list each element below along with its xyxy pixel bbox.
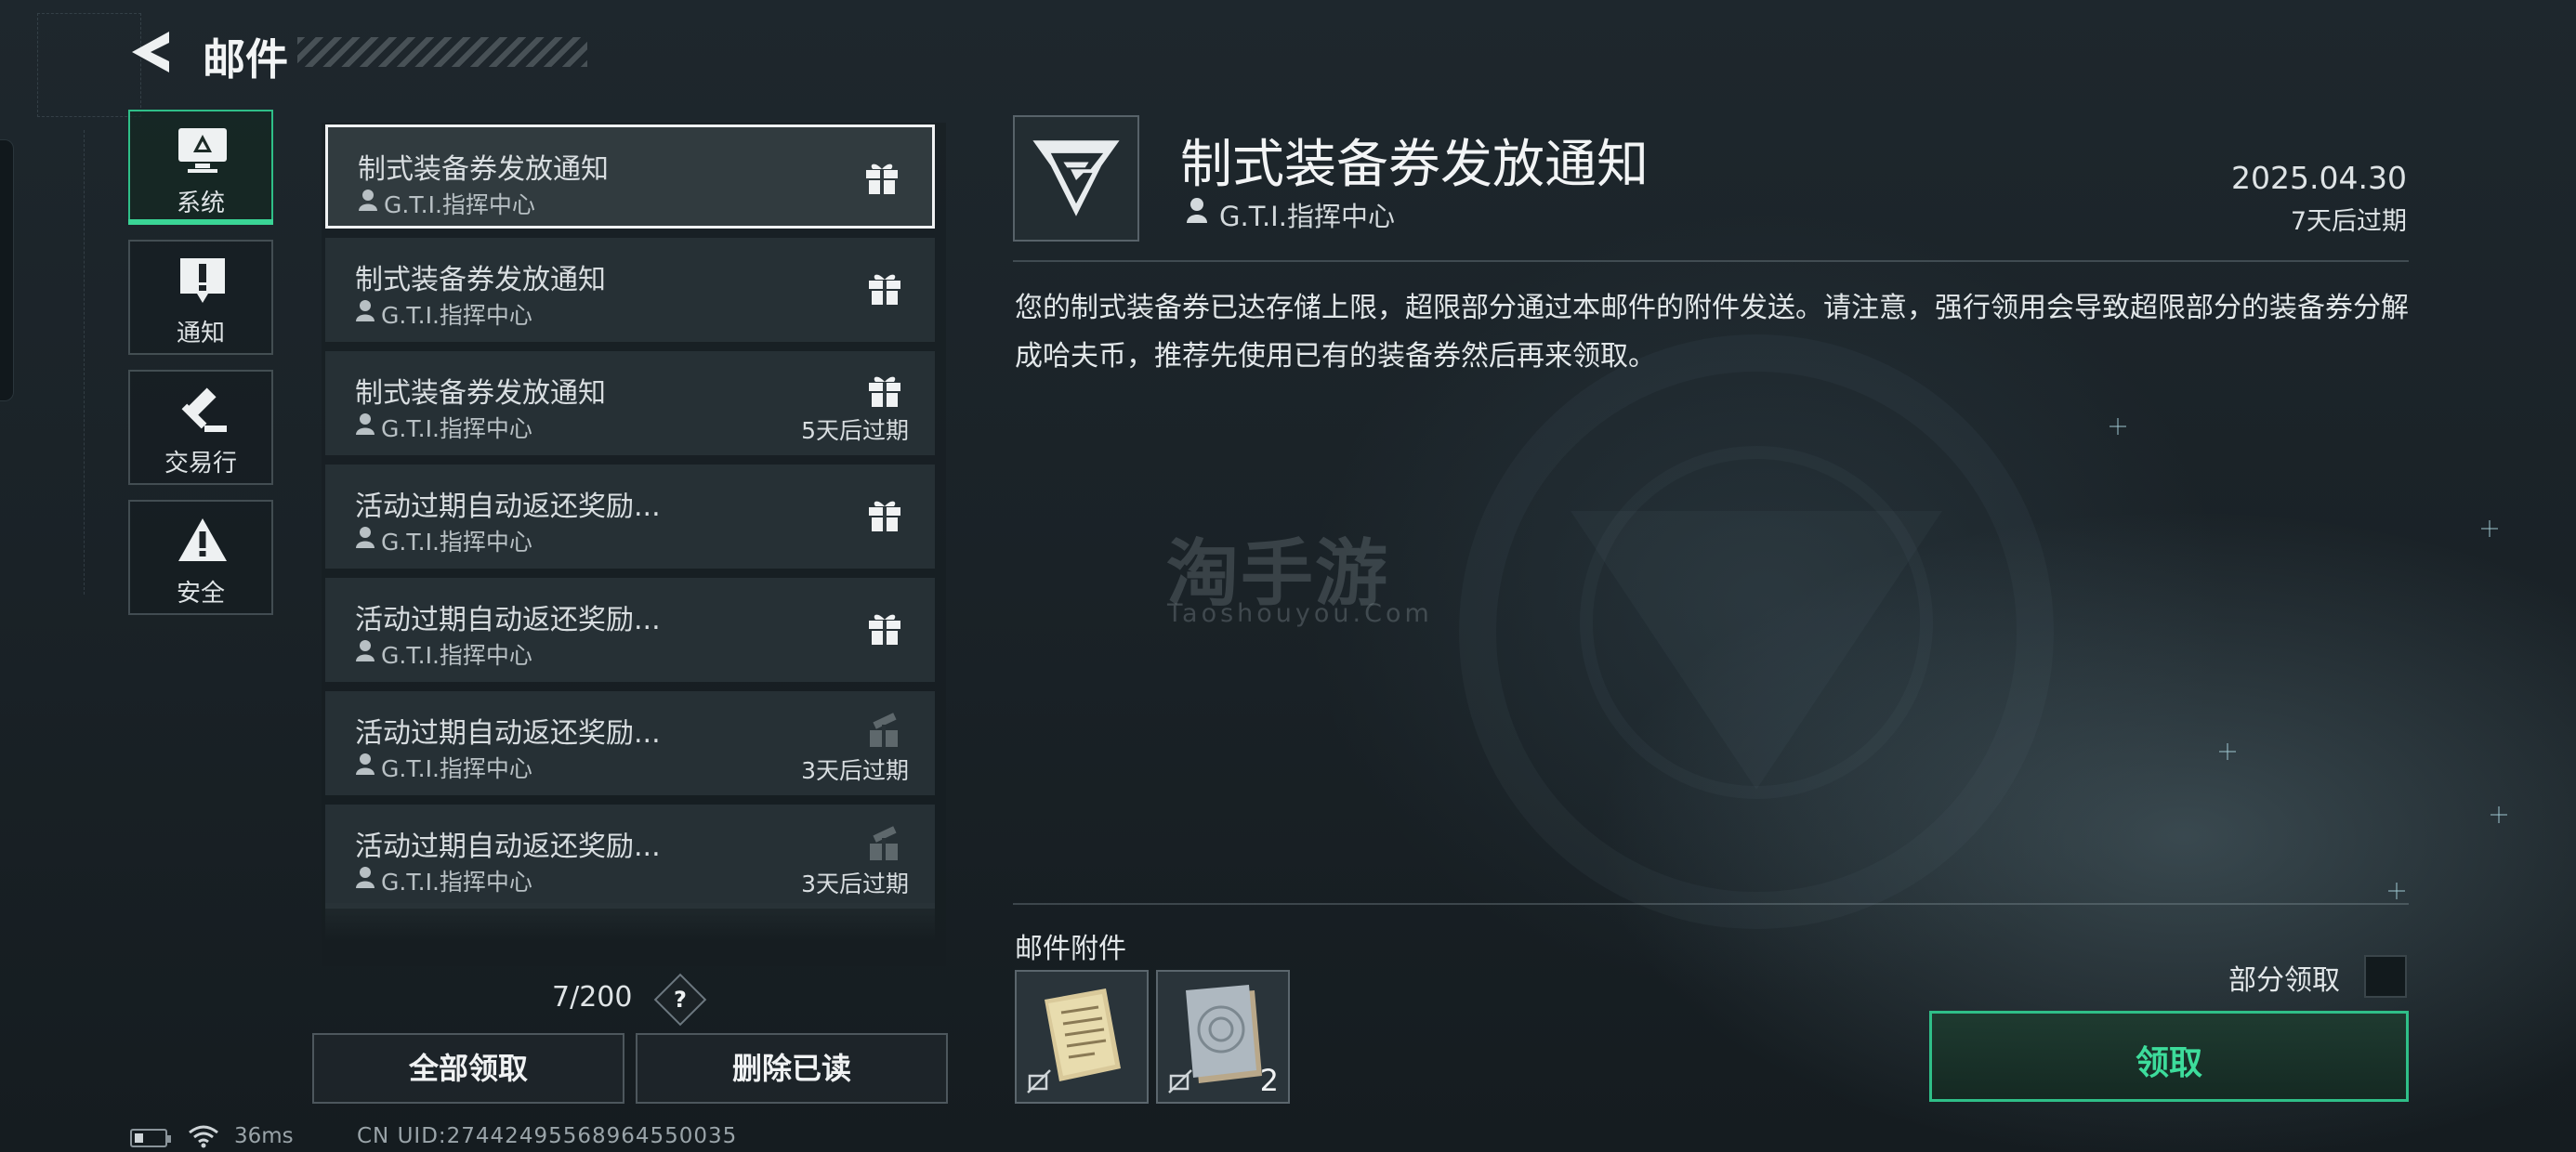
decor-line bbox=[28, 130, 85, 595]
mail-title: 制式装备券发放通知 bbox=[358, 153, 609, 186]
mail-sender: G.T.I.指挥中心 bbox=[381, 529, 532, 556]
mail-title: 活动过期自动返还奖励... bbox=[355, 604, 661, 636]
gift-opened-icon bbox=[870, 713, 898, 747]
no-trade-icon bbox=[1168, 1069, 1192, 1093]
decor-cross bbox=[2491, 806, 2507, 823]
category-tab-security[interactable]: 安全 bbox=[128, 500, 273, 615]
decor-cross bbox=[2109, 418, 2126, 435]
person-icon bbox=[356, 300, 375, 321]
decor-cross bbox=[2219, 743, 2236, 760]
gift-icon bbox=[869, 376, 900, 407]
battery-icon bbox=[130, 1129, 171, 1147]
category-label: 安全 bbox=[176, 580, 225, 608]
person-icon bbox=[1187, 198, 1207, 223]
mail-list-item[interactable]: 活动过期自动返还奖励... G.T.I.指挥中心 3天后过期 bbox=[325, 805, 935, 909]
mail-detail-title: 制式装备券发放通知 bbox=[1180, 135, 1649, 195]
person-icon bbox=[359, 190, 377, 211]
mail-list-item[interactable]: 活动过期自动返还奖励... G.T.I.指挥中心 bbox=[325, 578, 935, 682]
mail-title: 活动过期自动返还奖励... bbox=[355, 831, 661, 863]
person-icon bbox=[356, 640, 375, 661]
person-icon bbox=[356, 527, 375, 548]
person-icon bbox=[356, 867, 375, 888]
monitor-icon bbox=[178, 128, 227, 173]
delete-read-button[interactable]: 删除已读 bbox=[636, 1033, 948, 1104]
user-uid: CN UID:27442495568964550035 bbox=[357, 1124, 738, 1148]
mail-count: 7/200 bbox=[552, 981, 633, 1014]
gift-icon bbox=[866, 164, 898, 194]
background-emblem-triangle bbox=[1571, 511, 1942, 790]
title-decoration bbox=[297, 37, 587, 67]
gift-icon bbox=[869, 274, 900, 305]
mail-title: 活动过期自动返还奖励... bbox=[355, 717, 661, 750]
mail-sender: G.T.I.指挥中心 bbox=[384, 191, 535, 218]
attachment-slot[interactable]: 2 bbox=[1156, 970, 1290, 1104]
category-label: 系统 bbox=[176, 190, 225, 217]
mail-sender: G.T.I.指挥中心 bbox=[381, 415, 532, 442]
mail-expire: 3天后过期 bbox=[801, 871, 909, 897]
list-scroll-fade bbox=[325, 903, 935, 940]
mail-sender: G.T.I.指挥中心 bbox=[381, 302, 532, 329]
wifi-icon bbox=[189, 1125, 218, 1148]
attachment-slot[interactable] bbox=[1015, 970, 1149, 1104]
help-icon: ? bbox=[674, 987, 687, 1013]
mail-sender: G.T.I.指挥中心 bbox=[381, 755, 532, 782]
mail-sender: G.T.I.指挥中心 bbox=[381, 642, 532, 669]
decor-cross bbox=[2388, 883, 2405, 899]
decor-frame bbox=[37, 13, 141, 117]
attachment-quantity: 2 bbox=[1259, 1063, 1279, 1098]
watermark-site: Taoshouyou.Com bbox=[1167, 599, 1433, 628]
category-tab-trade[interactable]: 交易行 bbox=[128, 370, 273, 485]
category-label: 交易行 bbox=[164, 450, 237, 478]
back-arrow-icon[interactable] bbox=[128, 28, 175, 76]
gift-icon bbox=[869, 501, 900, 531]
page-title: 邮件 bbox=[203, 34, 288, 85]
mail-list-item[interactable]: 制式装备券发放通知 G.T.I.指挥中心 5天后过期 bbox=[325, 351, 935, 455]
warning-icon bbox=[178, 518, 227, 561]
category-label: 通知 bbox=[176, 320, 225, 347]
claim-button[interactable]: 领取 bbox=[1929, 1011, 2409, 1102]
mail-detail-body: 您的制式装备券已达存储上限，超限部分通过本邮件的附件发送。请注意，强行领用会导致… bbox=[1015, 292, 2409, 373]
partial-claim-checkbox[interactable] bbox=[2364, 955, 2407, 998]
sender-logo bbox=[1013, 115, 1139, 242]
mail-list-item[interactable]: 制式装备券发放通知 G.T.I.指挥中心 bbox=[325, 124, 935, 229]
ping-value: 36ms bbox=[234, 1124, 294, 1148]
attachment-divider bbox=[1013, 903, 2409, 905]
attachments-label: 邮件附件 bbox=[1015, 933, 1126, 965]
category-tab-system[interactable]: 系统 bbox=[128, 110, 273, 225]
gavel-icon bbox=[181, 387, 227, 432]
mail-detail-date: 2025.04.30 bbox=[2231, 160, 2407, 196]
mail-title: 制式装备券发放通知 bbox=[355, 264, 606, 296]
person-icon bbox=[356, 413, 375, 435]
claim-button-label: 领取 bbox=[2135, 1044, 2202, 1082]
claim-all-button[interactable]: 全部领取 bbox=[312, 1033, 624, 1104]
mail-expire: 3天后过期 bbox=[801, 757, 909, 784]
mail-sender: G.T.I.指挥中心 bbox=[381, 869, 532, 896]
category-tab-notice[interactable]: 通知 bbox=[128, 240, 273, 355]
exclamation-icon bbox=[180, 258, 225, 303]
mail-list-item[interactable]: 制式装备券发放通知 G.T.I.指挥中心 bbox=[325, 238, 935, 342]
detail-divider bbox=[1013, 260, 2409, 262]
decor-cross bbox=[2481, 520, 2498, 537]
gti-logo-icon bbox=[1032, 140, 1120, 216]
mail-list-item[interactable]: 活动过期自动返还奖励... G.T.I.指挥中心 3天后过期 bbox=[325, 691, 935, 795]
gift-opened-icon bbox=[870, 826, 898, 860]
mail-title: 活动过期自动返还奖励... bbox=[355, 491, 661, 523]
mail-expire: 5天后过期 bbox=[801, 417, 909, 444]
mail-list-item[interactable]: 活动过期自动返还奖励... G.T.I.指挥中心 bbox=[325, 465, 935, 569]
side-drawer-handle bbox=[0, 139, 14, 401]
no-trade-icon bbox=[1027, 1069, 1051, 1093]
mail-title: 制式装备券发放通知 bbox=[355, 377, 606, 410]
partial-claim-label: 部分领取 bbox=[2228, 964, 2340, 997]
help-button[interactable]: ? bbox=[653, 973, 707, 1027]
person-icon bbox=[356, 753, 375, 775]
mail-detail-sender: G.T.I.指挥中心 bbox=[1219, 201, 1395, 232]
gift-icon bbox=[869, 614, 900, 645]
mail-detail-expire: 7天后过期 bbox=[2290, 207, 2407, 236]
